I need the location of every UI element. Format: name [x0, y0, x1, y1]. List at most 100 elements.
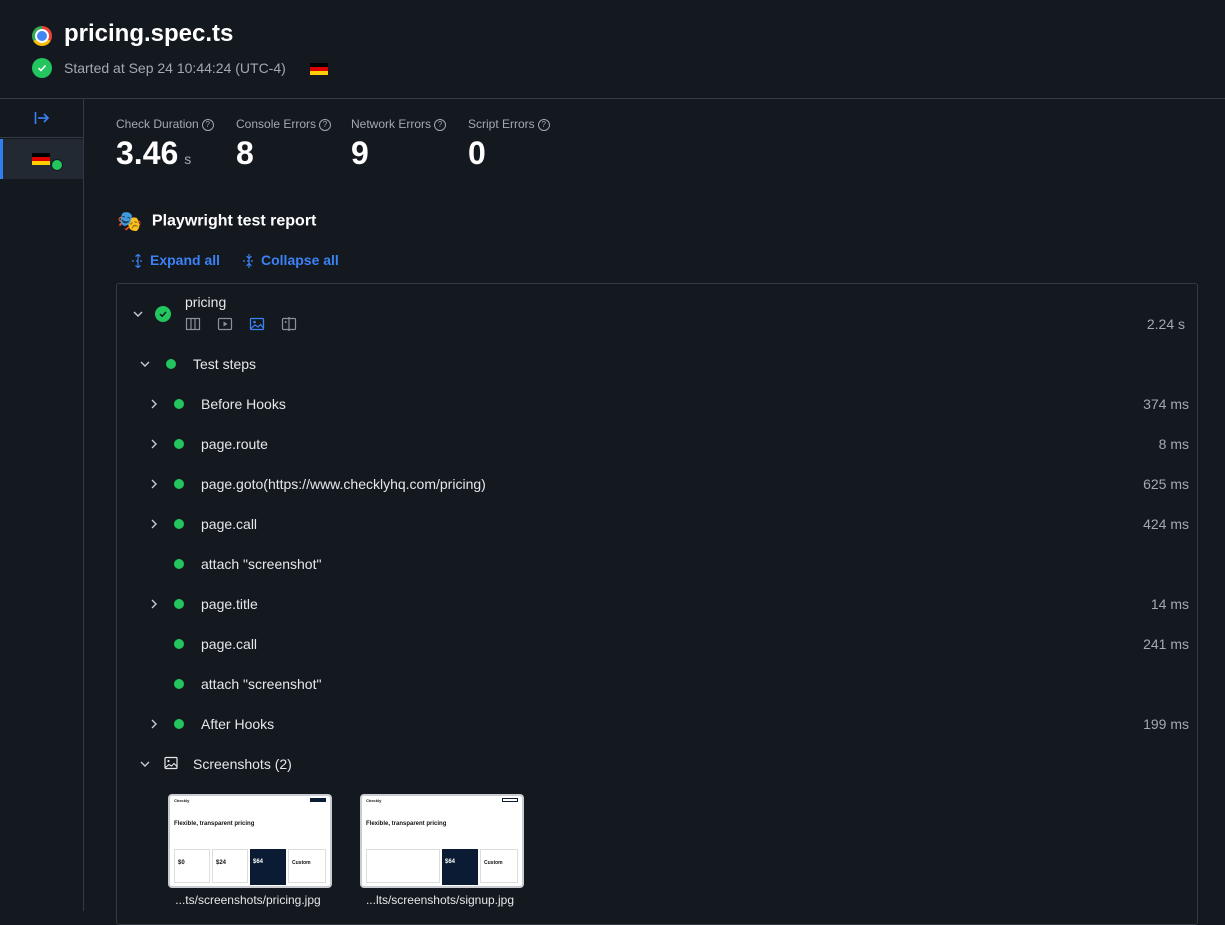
thumb-card-highlight: $64	[250, 849, 286, 885]
report-title: 🎭 Playwright test report	[117, 209, 316, 234]
chrome-logo-icon	[32, 26, 52, 46]
playwright-masks-icon: 🎭	[117, 211, 142, 233]
metric-console-errors: Console Errors? 8	[236, 117, 332, 172]
thumb-heading: Flexible, transparent pricing	[366, 821, 447, 827]
thumb-cta	[310, 798, 326, 802]
step-label: After Hooks	[201, 716, 275, 732]
test-duration: 2.24 s	[1146, 316, 1185, 332]
help-icon[interactable]: ?	[319, 118, 332, 131]
thumb-card: $0	[174, 849, 210, 883]
germany-flag-icon	[32, 153, 50, 165]
chevron-right-icon[interactable]	[148, 518, 160, 530]
thumb-price: Custom	[484, 860, 503, 866]
location-item-germany[interactable]	[0, 139, 83, 179]
status-dot-icon	[166, 359, 176, 369]
step-label: page.goto(https://www.checklyhq.com/pric…	[201, 476, 486, 492]
test-passed-icon	[155, 306, 171, 322]
step-row[interactable]: After Hooks 199 ms	[117, 704, 1197, 744]
status-dot-icon	[174, 479, 184, 489]
status-dot-icon	[174, 599, 184, 609]
status-dot-icon	[174, 719, 184, 729]
metric-label: Check Duration	[116, 117, 199, 131]
help-icon[interactable]: ?	[537, 118, 550, 131]
test-name: pricing	[185, 294, 227, 310]
metric-check-duration: Check Duration? 3.46 s	[116, 117, 214, 172]
metric-label: Network Errors	[351, 117, 432, 131]
step-row: page.call 241 ms	[117, 624, 1197, 664]
step-label: page.call	[201, 636, 258, 652]
page-header: pricing.spec.ts Started at Sep 24 10:44:…	[0, 0, 1225, 99]
thumb-card-highlight: $64	[442, 849, 478, 885]
report-title-text: Playwright test report	[151, 212, 317, 230]
thumb-heading: Flexible, transparent pricing	[174, 821, 255, 827]
thumb-price: $64	[445, 859, 456, 865]
step-row: attach "screenshot"	[117, 544, 1197, 584]
screenshots-label: Screenshots (2)	[193, 756, 292, 772]
chevron-down-icon[interactable]	[132, 308, 144, 320]
chevron-right-icon[interactable]	[148, 478, 160, 490]
status-dot-icon	[174, 439, 184, 449]
screenshot-thumbnail[interactable]: Checkly Flexible, transparent pricing $6…	[360, 794, 524, 888]
thumb-brand: Checkly	[366, 798, 382, 803]
thumb-brand: Checkly	[174, 798, 190, 803]
chevron-right-icon[interactable]	[148, 438, 160, 450]
chevron-right-icon[interactable]	[148, 598, 160, 610]
step-duration: 625 ms	[1143, 476, 1189, 492]
step-duration: 8 ms	[1158, 436, 1189, 452]
thumb-cta	[502, 798, 518, 802]
status-dot-icon	[174, 399, 184, 409]
expand-all-label: Expand all	[150, 252, 221, 268]
expand-all-button[interactable]: Expand all	[132, 252, 221, 269]
step-row[interactable]: page.title 14 ms	[117, 584, 1197, 624]
collapse-all-label: Collapse all	[261, 252, 339, 268]
help-icon[interactable]: ?	[434, 118, 447, 131]
video-icon[interactable]	[217, 316, 233, 332]
step-label: page.title	[201, 596, 258, 612]
help-icon[interactable]: ?	[201, 118, 214, 131]
status-dot-icon	[51, 159, 63, 171]
screenshot-caption[interactable]: ...ts/screenshots/pricing.jpg	[158, 893, 338, 907]
image-icon[interactable]	[249, 316, 265, 332]
page-title: pricing.spec.ts	[64, 20, 234, 47]
chevron-down-icon[interactable]	[139, 358, 151, 370]
step-label: page.route	[201, 436, 268, 452]
metric-label: Console Errors	[236, 117, 317, 131]
test-report-panel: pricing 2.24 s Test steps Before Hooks 3…	[116, 283, 1198, 925]
thumb-price: $0	[178, 860, 185, 866]
thumb-signup-card	[366, 849, 440, 883]
started-at-text: Started at Sep 24 10:44:24 (UTC-4)	[64, 60, 286, 76]
columns-icon[interactable]	[185, 316, 201, 332]
step-row: attach "screenshot"	[117, 664, 1197, 704]
chevron-right-icon[interactable]	[148, 398, 160, 410]
status-dot-icon	[174, 559, 184, 569]
metric-value: 3.46	[116, 135, 179, 171]
thumb-price: $24	[216, 860, 227, 866]
metric-value: 0	[468, 135, 486, 171]
success-check-icon	[32, 58, 52, 78]
step-label: attach "screenshot"	[201, 676, 322, 692]
thumb-price: $64	[253, 859, 264, 865]
screenshot-thumbnail[interactable]: Checkly Flexible, transparent pricing $0…	[168, 794, 332, 888]
thumb-price: Custom	[292, 860, 311, 866]
step-duration: 241 ms	[1143, 636, 1189, 652]
expand-vertical-icon	[132, 254, 144, 269]
started-at: Started at Sep 24 10:44:24 (UTC-4)	[64, 60, 328, 76]
step-row[interactable]: page.goto(https://www.checklyhq.com/pric…	[117, 464, 1197, 504]
step-duration: 14 ms	[1150, 596, 1189, 612]
expand-sidebar-button[interactable]	[0, 99, 83, 138]
screenshot-caption[interactable]: ...lts/screenshots/signup.jpg	[350, 893, 530, 907]
compare-icon[interactable]	[281, 316, 297, 332]
status-dot-icon	[174, 679, 184, 689]
chevron-right-icon[interactable]	[148, 718, 160, 730]
collapse-all-button[interactable]: Collapse all	[243, 252, 339, 269]
metric-value: 8	[236, 135, 254, 171]
thumb-card: Custom	[288, 849, 326, 883]
step-row[interactable]: page.route 8 ms	[117, 424, 1197, 464]
metric-script-errors: Script Errors? 0	[468, 117, 550, 172]
chevron-down-icon[interactable]	[139, 758, 151, 770]
status-dot-icon	[174, 519, 184, 529]
step-row[interactable]: Before Hooks 374 ms	[117, 384, 1197, 424]
step-row[interactable]: page.call 424 ms	[117, 504, 1197, 544]
step-label: attach "screenshot"	[201, 556, 322, 572]
metric-unit: s	[184, 151, 192, 167]
